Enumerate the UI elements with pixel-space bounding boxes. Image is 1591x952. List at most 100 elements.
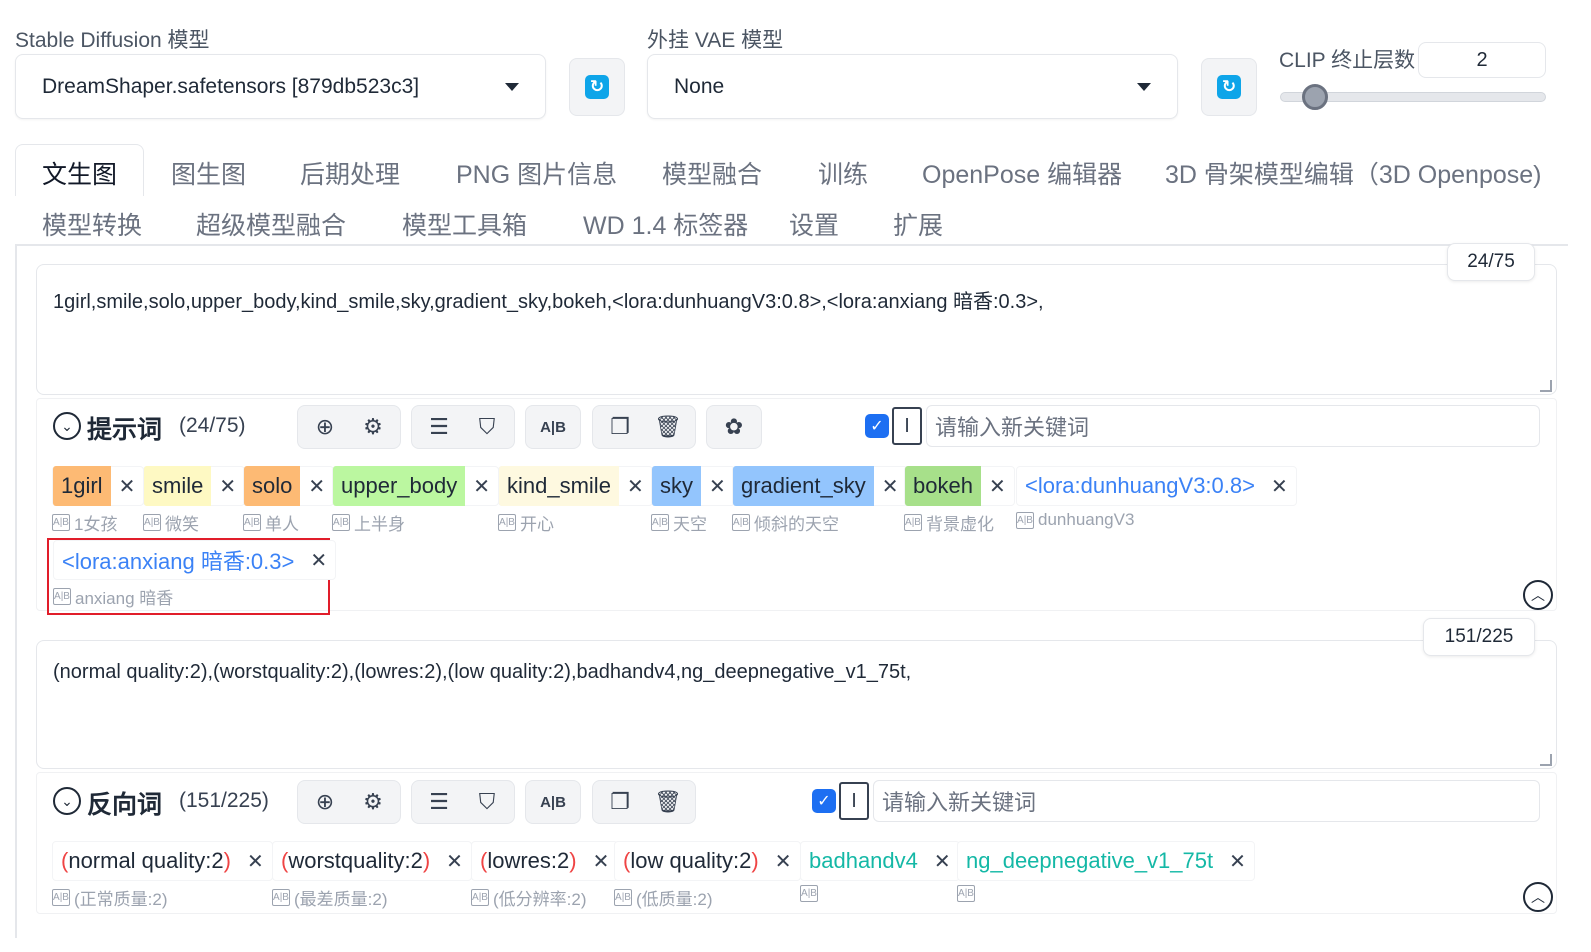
close-icon[interactable]: ✕: [926, 849, 959, 874]
tab-wd-tagger[interactable]: WD 1.4 标签器: [583, 206, 748, 242]
tag-translation: 背景虚化: [926, 515, 994, 534]
resize-handle[interactable]: [1540, 380, 1552, 392]
history-icon[interactable]: ☰: [422, 785, 456, 819]
positive-keyword-input[interactable]: 请输入新关键词: [926, 405, 1540, 447]
sd-model-value: DreamShaper.safetensors [879db523c3]: [42, 74, 420, 98]
tag-item[interactable]: sky ✕ A|B 天空: [651, 466, 735, 536]
collapse-toggle-icon[interactable]: ⌄: [53, 787, 81, 815]
translate-icon: A|B: [904, 514, 922, 531]
negative-prompt-textarea[interactable]: (normal quality:2),(worstquality:2),(low…: [36, 640, 1557, 769]
close-icon[interactable]: ✕: [767, 849, 800, 874]
tab-extensions[interactable]: 扩展: [893, 206, 943, 242]
clip-skip-label: CLIP 终止层数: [1279, 49, 1416, 72]
tab-model-convert[interactable]: 模型转换: [42, 206, 142, 242]
tag-item[interactable]: upper_body ✕ A|B 上半身: [332, 466, 499, 536]
tab-settings[interactable]: 设置: [789, 206, 839, 242]
tag-item[interactable]: badhandv4 ✕ A|B: [800, 841, 960, 911]
tag-text: 1girl: [53, 466, 111, 506]
tag-item[interactable]: <lora:anxiang 暗香:0.3> ✕ A|B anxiang 暗香: [53, 540, 337, 610]
globe-icon[interactable]: ⊕: [308, 410, 342, 444]
tag-item[interactable]: kind_smile ✕ A|B 开心: [498, 466, 653, 536]
sd-model-select[interactable]: DreamShaper.safetensors [879db523c3]: [15, 54, 546, 119]
negative-checkbox[interactable]: ✓: [812, 789, 836, 813]
tab-png-info[interactable]: PNG 图片信息: [456, 155, 617, 191]
close-icon[interactable]: ✕: [701, 474, 734, 499]
tag-translation: (最差质量:2): [294, 890, 388, 909]
close-icon[interactable]: ✕: [300, 474, 333, 499]
clip-skip-slider-thumb[interactable]: [1302, 84, 1328, 110]
tab-extras[interactable]: 后期处理: [300, 155, 400, 191]
tag-text: gradient_sky: [733, 466, 874, 506]
tab-model-toolkit[interactable]: 模型工具箱: [402, 206, 527, 242]
history-icon[interactable]: ☰: [422, 410, 456, 444]
tag-item[interactable]: (worstquality:2) ✕ A|B (最差质量:2): [272, 841, 472, 911]
sd-refresh-button[interactable]: ↻: [569, 58, 625, 116]
close-icon[interactable]: ✕: [211, 474, 244, 499]
close-icon[interactable]: ✕: [874, 474, 907, 499]
copy-icon[interactable]: ❐: [603, 410, 637, 444]
tab-super-merge[interactable]: 超级模型融合: [196, 206, 346, 242]
tag-translation: 上半身: [354, 515, 405, 534]
negative-prompt-text: (normal quality:2),(worstquality:2),(low…: [53, 661, 912, 683]
tab-train[interactable]: 训练: [818, 155, 868, 191]
tag-item[interactable]: (normal quality:2) ✕ A|B (正常质量:2): [52, 841, 273, 911]
translate-icon: A|B: [800, 885, 818, 902]
tab-openpose-editor[interactable]: OpenPose 编辑器: [922, 155, 1122, 191]
translate-icon: A|B: [1016, 511, 1034, 529]
clip-skip-input[interactable]: 2: [1418, 42, 1546, 78]
tag-item[interactable]: <lora:dunhuangV3:0.8> ✕ A|B dunhuangV3: [1016, 466, 1297, 536]
vae-refresh-button[interactable]: ↻: [1201, 58, 1257, 116]
close-icon[interactable]: ✕: [465, 474, 498, 499]
tab-img2img[interactable]: 图生图: [171, 155, 246, 191]
close-icon[interactable]: ✕: [981, 474, 1014, 499]
close-icon[interactable]: ✕: [111, 474, 144, 499]
close-icon[interactable]: ✕: [585, 849, 618, 874]
tag-item[interactable]: gradient_sky ✕ A|B 倾斜的天空: [732, 466, 908, 536]
negative-keyword-input[interactable]: 请输入新关键词: [873, 780, 1540, 822]
tab-model-merge[interactable]: 模型融合: [662, 155, 762, 191]
tag-text: solo: [244, 466, 301, 506]
close-icon[interactable]: ✕: [1263, 474, 1296, 499]
tag-item[interactable]: 1girl ✕ A|B 1女孩: [52, 466, 145, 536]
translate-icon: A|B: [243, 514, 261, 531]
trash-icon[interactable]: 🗑: [651, 785, 685, 819]
tag-item[interactable]: bokeh ✕ A|B 背景虚化: [904, 466, 1015, 536]
gear-icon[interactable]: ⚙: [356, 410, 390, 444]
tag-item[interactable]: ng_deepnegative_v1_75t ✕ A|B: [957, 841, 1255, 911]
tag-item[interactable]: solo ✕ A|B 单人: [243, 466, 335, 536]
tab-txt2img[interactable]: 文生图: [42, 155, 117, 191]
tag-translation: dunhuangV3: [1038, 510, 1135, 529]
translate-icon[interactable]: A|B: [536, 410, 570, 444]
translate-icon: A|B: [52, 889, 70, 906]
collapse-toggle-icon[interactable]: ⌄: [53, 412, 81, 440]
positive-prompt-textarea[interactable]: 1girl,smile,solo,upper_body,kind_smile,s…: [36, 264, 1557, 395]
close-icon[interactable]: ✕: [302, 548, 335, 573]
tab-3d-openpose[interactable]: 3D 骨架模型编辑（3D Openpose): [1165, 155, 1542, 191]
chevron-up-icon[interactable]: ︿: [1523, 882, 1553, 912]
trash-icon[interactable]: 🗑: [651, 410, 685, 444]
close-icon[interactable]: ✕: [239, 849, 272, 874]
vae-model-select[interactable]: None: [647, 54, 1178, 119]
close-icon[interactable]: ✕: [438, 849, 471, 874]
tag-item[interactable]: (lowres:2) ✕ A|B (低分辨率:2): [471, 841, 619, 911]
bookmark-icon[interactable]: ⛉: [470, 785, 504, 819]
copy-icon[interactable]: ❐: [603, 785, 637, 819]
negative-tool-group-2: ☰ ⛉: [411, 780, 515, 824]
tag-item[interactable]: smile ✕ A|B 微笑: [143, 466, 246, 536]
positive-checkbox[interactable]: ✓: [865, 414, 889, 438]
close-icon[interactable]: ✕: [1221, 849, 1254, 874]
gear-icon[interactable]: ⚙: [356, 785, 390, 819]
translate-icon: A|B: [614, 889, 632, 906]
openai-icon[interactable]: ✿: [717, 410, 751, 444]
chevron-down-icon: [1137, 82, 1151, 91]
bookmark-icon[interactable]: ⛉: [470, 410, 504, 444]
translate-icon[interactable]: A|B: [536, 785, 570, 819]
tag-text: smile: [144, 466, 212, 506]
chevron-up-icon[interactable]: ︿: [1523, 580, 1553, 610]
tag-text: (lowres:2): [480, 848, 577, 873]
tag-item[interactable]: (low quality:2) ✕ A|B (低质量:2): [614, 841, 801, 911]
vae-model-label: 外挂 VAE 模型: [647, 29, 784, 52]
resize-handle[interactable]: [1540, 754, 1552, 766]
close-icon[interactable]: ✕: [619, 474, 652, 499]
globe-icon[interactable]: ⊕: [308, 785, 342, 819]
